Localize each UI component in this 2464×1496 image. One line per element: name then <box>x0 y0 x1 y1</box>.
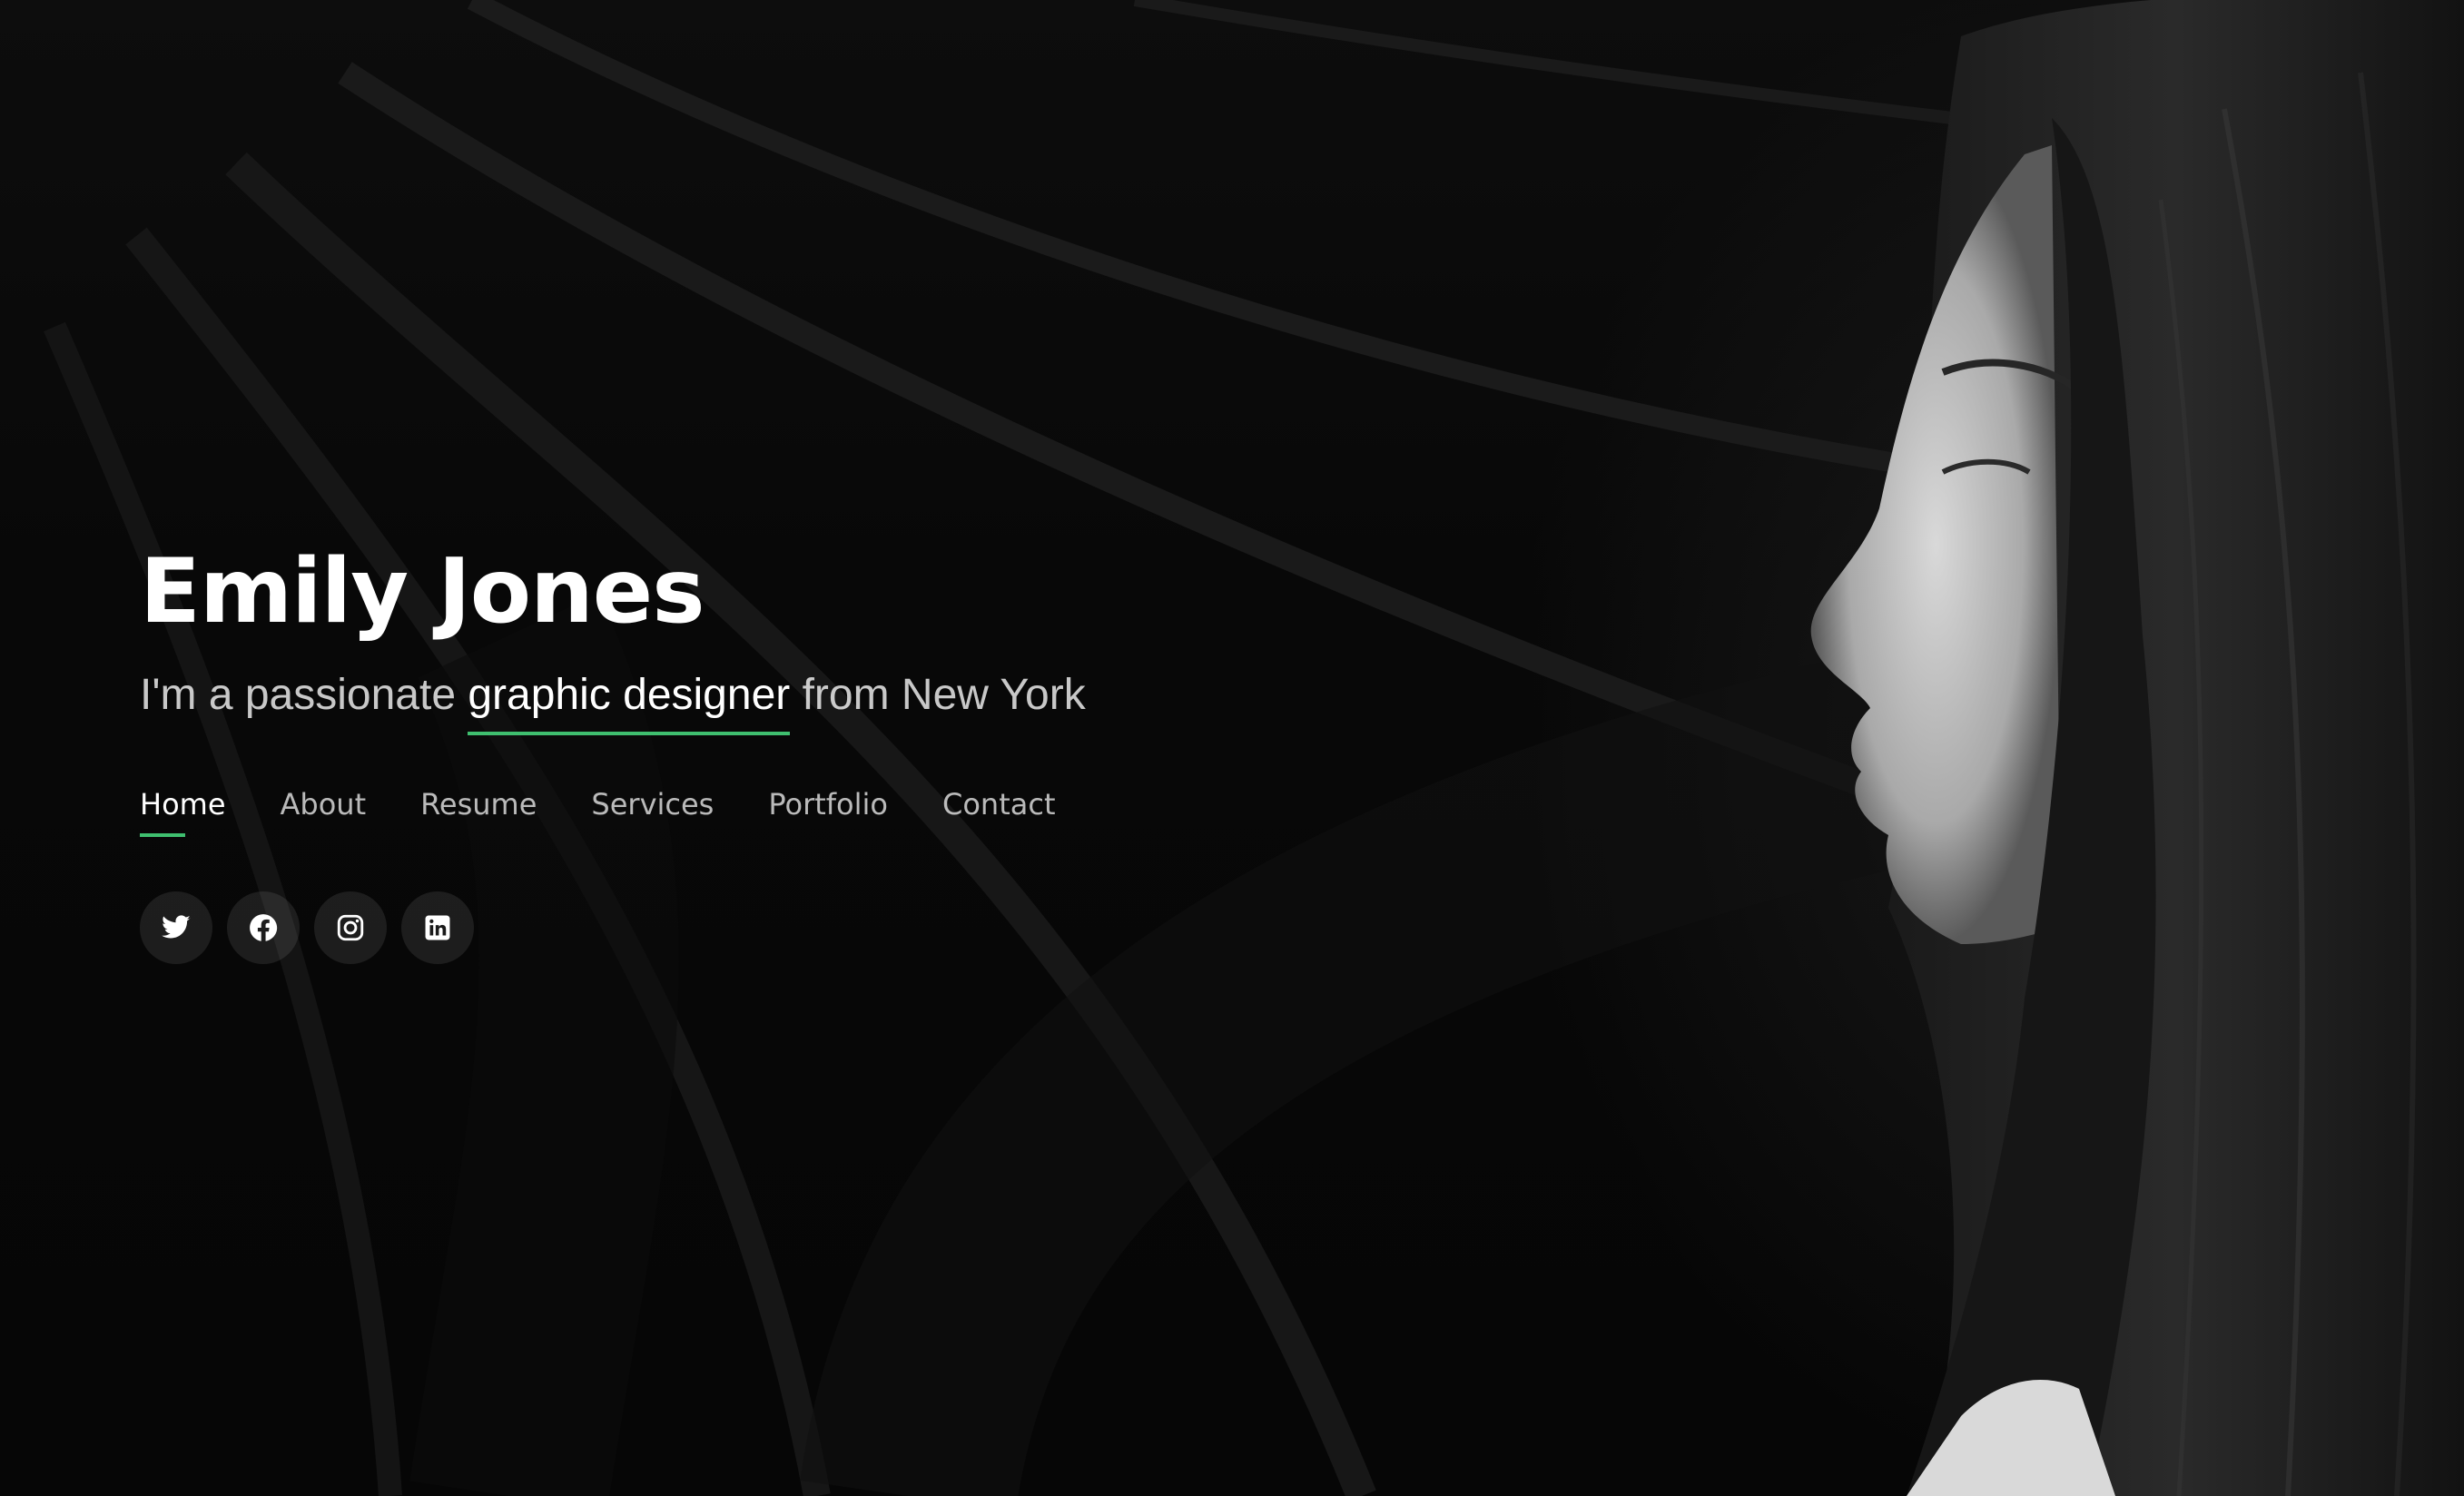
twitter-icon <box>162 915 191 939</box>
twitter-link[interactable] <box>140 891 212 964</box>
nav-about[interactable]: About <box>281 784 367 837</box>
tagline-typed-text: graphic designer <box>468 666 790 735</box>
nav-portfolio[interactable]: Portfolio <box>768 784 888 837</box>
instagram-icon <box>337 914 364 941</box>
hero-name: Emily Jones <box>140 540 705 644</box>
main-nav: Home About Resume Services Portfolio Con… <box>140 784 1411 837</box>
nav-contact[interactable]: Contact <box>942 784 1056 837</box>
hero-section: Emily Jones I'm a passionate graphic des… <box>0 0 2464 1496</box>
hero-content: Emily Jones I'm a passionate graphic des… <box>140 536 1411 964</box>
facebook-link[interactable] <box>227 891 300 964</box>
linkedin-icon <box>425 915 450 940</box>
nav-home[interactable]: Home <box>140 784 226 837</box>
nav-services[interactable]: Services <box>591 784 714 837</box>
hero-tagline: I'm a passionate graphic designer from N… <box>140 666 1411 735</box>
nav-resume[interactable]: Resume <box>420 784 537 837</box>
instagram-link[interactable] <box>314 891 387 964</box>
tagline-suffix: from New York <box>790 671 1086 719</box>
tagline-prefix: I'm a passionate <box>140 671 468 719</box>
linkedin-link[interactable] <box>401 891 474 964</box>
facebook-icon <box>250 914 278 941</box>
social-links <box>140 891 1411 964</box>
